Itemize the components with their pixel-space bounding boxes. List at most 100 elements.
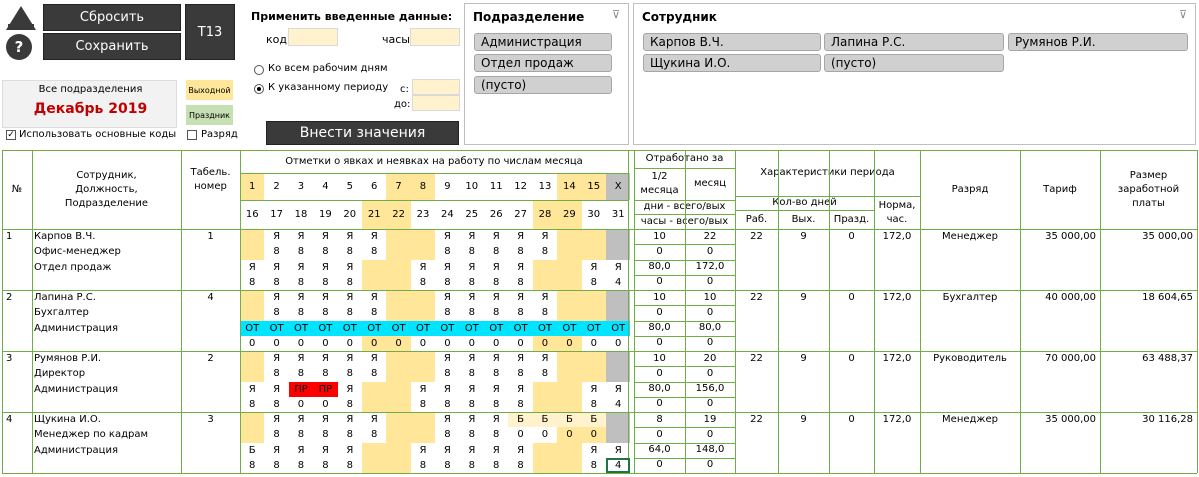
day-cell[interactable]: Я	[484, 229, 508, 244]
day-cell[interactable]	[557, 290, 582, 306]
day-cell[interactable]: 8	[582, 397, 606, 412]
day-cell[interactable]: 0	[264, 336, 288, 351]
day-cell[interactable]: 8	[435, 275, 459, 290]
day-cell[interactable]: 8	[435, 427, 459, 442]
day-cell[interactable]: Я	[264, 443, 288, 458]
day-cell[interactable]	[606, 305, 631, 321]
day-cell[interactable]: Я	[289, 260, 313, 275]
day-cell[interactable]: Я	[264, 382, 288, 397]
day-cell[interactable]: ОТ	[508, 320, 533, 336]
day-cell[interactable]	[410, 427, 436, 443]
day-cell[interactable]: 8	[460, 305, 484, 320]
slicer-item-employee[interactable]: Лапина Р.С.	[824, 33, 1004, 51]
day-header-cell[interactable]: 27	[508, 200, 532, 229]
day-cell[interactable]: 8	[484, 305, 508, 320]
day-cell[interactable]: 8	[460, 458, 484, 473]
day-cell[interactable]: Я	[411, 260, 435, 275]
day-cell[interactable]: 8	[289, 305, 313, 320]
day-cell[interactable]	[532, 442, 558, 458]
day-cell[interactable]: Я	[338, 351, 362, 366]
day-cell[interactable]: Я	[484, 443, 508, 458]
day-cell[interactable]: Я	[313, 229, 337, 244]
submit-values-button[interactable]: Внести значения	[266, 121, 459, 145]
day-cell[interactable]	[557, 396, 582, 412]
day-cell[interactable]: 8	[484, 427, 508, 442]
day-cell[interactable]: Я	[264, 290, 288, 305]
day-cell[interactable]: Я	[338, 290, 362, 305]
day-cell[interactable]	[557, 305, 582, 321]
clear-filter-icon[interactable]: ⊽	[1179, 8, 1187, 21]
day-cell[interactable]	[410, 366, 436, 382]
slicer-item-employee[interactable]: Румянов Р.И.	[1008, 33, 1188, 51]
day-cell[interactable]: Я	[460, 412, 484, 427]
day-cell[interactable]: Я	[508, 260, 532, 275]
day-header-cell[interactable]: 26	[484, 200, 508, 229]
day-cell[interactable]: Я	[582, 443, 606, 458]
day-cell[interactable]	[386, 351, 411, 367]
day-cell[interactable]: ПР	[313, 381, 338, 397]
day-cell[interactable]: Я	[264, 260, 288, 275]
day-cell[interactable]	[410, 351, 436, 367]
day-cell[interactable]: 8	[289, 366, 313, 381]
day-cell[interactable]	[410, 412, 436, 428]
day-header-cell[interactable]: 20	[338, 200, 362, 229]
day-cell[interactable]	[410, 229, 436, 245]
day-header-cell[interactable]: 25	[460, 200, 484, 229]
day-cell[interactable]: Я	[435, 443, 459, 458]
day-cell[interactable]	[410, 305, 436, 321]
day-cell[interactable]: 8	[484, 458, 508, 473]
day-cell[interactable]	[557, 457, 582, 473]
day-cell[interactable]: 0	[289, 336, 313, 351]
to-input[interactable]	[412, 95, 460, 111]
day-cell[interactable]: 0	[460, 336, 484, 351]
day-cell[interactable]	[386, 274, 411, 290]
help-button[interactable]: ?	[6, 34, 32, 60]
day-cell[interactable]	[386, 427, 411, 443]
day-cell[interactable]	[606, 366, 631, 382]
day-cell[interactable]: Я	[606, 443, 630, 458]
day-cell[interactable]: Я	[362, 351, 386, 366]
day-cell[interactable]	[240, 366, 265, 382]
day-cell[interactable]: 8	[362, 305, 386, 320]
day-cell[interactable]	[532, 274, 558, 290]
day-cell[interactable]: Я	[533, 229, 557, 244]
day-cell[interactable]: 8	[460, 397, 484, 412]
day-cell[interactable]: 0	[313, 336, 337, 351]
day-header-cell[interactable]: 16	[240, 200, 264, 229]
day-cell[interactable]	[557, 366, 582, 382]
day-cell[interactable]	[410, 244, 436, 260]
from-input[interactable]	[412, 79, 460, 95]
day-cell[interactable]: Б	[532, 412, 558, 428]
hours-input[interactable]	[410, 28, 460, 46]
day-cell[interactable]: 8	[362, 244, 386, 259]
day-cell[interactable]	[532, 396, 558, 412]
day-cell[interactable]	[362, 442, 387, 458]
day-cell[interactable]: Я	[338, 382, 362, 397]
day-cell[interactable]: Я	[313, 351, 337, 366]
day-cell[interactable]	[557, 259, 582, 275]
day-cell[interactable]	[532, 259, 558, 275]
day-cell[interactable]: 0	[362, 335, 387, 351]
day-cell[interactable]: 8	[362, 427, 386, 442]
day-cell[interactable]: Я	[289, 290, 313, 305]
day-header-cell[interactable]: 28	[532, 200, 558, 229]
day-header-cell[interactable]: 30	[582, 200, 606, 229]
day-cell[interactable]	[386, 259, 411, 275]
day-cell[interactable]: Я	[435, 351, 459, 366]
day-cell[interactable]: ОТ	[264, 320, 289, 336]
day-cell[interactable]: Я	[582, 382, 606, 397]
day-cell[interactable]	[581, 290, 606, 306]
day-cell[interactable]: Я	[313, 260, 337, 275]
day-cell[interactable]	[581, 244, 606, 260]
day-cell[interactable]: 8	[338, 305, 362, 320]
day-cell[interactable]: Б	[581, 412, 606, 428]
day-header-cell[interactable]: 24	[435, 200, 459, 229]
day-cell[interactable]: 8	[264, 397, 288, 412]
day-cell[interactable]: 8	[338, 397, 362, 412]
day-cell[interactable]: Б	[557, 412, 582, 428]
day-cell[interactable]: Я	[508, 290, 532, 305]
day-cell[interactable]: 0	[411, 336, 435, 351]
day-header-cell[interactable]: 10	[460, 173, 484, 200]
day-cell[interactable]: ОТ	[581, 320, 606, 336]
day-header-cell[interactable]: 13	[533, 173, 557, 200]
